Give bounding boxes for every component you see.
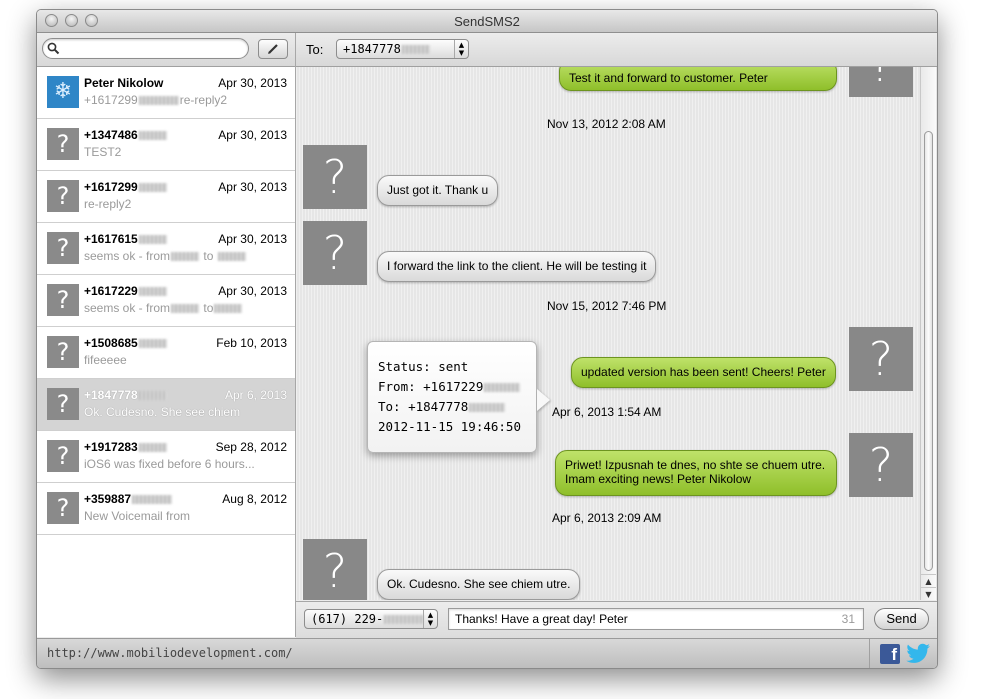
conversation-date: Apr 30, 2013 — [218, 128, 287, 142]
send-button[interactable]: Send — [874, 608, 929, 630]
scroll-thumb[interactable] — [924, 131, 933, 571]
popover-arrow — [537, 389, 550, 411]
contact-avatar: ? — [303, 221, 367, 285]
scroll-up-arrow-icon[interactable]: ▲ — [921, 574, 936, 588]
conversation-date: Apr 30, 2013 — [218, 180, 287, 194]
character-count: 31 — [841, 612, 855, 626]
updown-arrows-icon: ▲ ▼ — [423, 610, 437, 628]
recipient-select[interactable]: +1847778 ▲ ▼ — [336, 39, 469, 59]
sender-number-select[interactable]: (617) 229- ▲ ▼ — [304, 609, 438, 629]
unknown-contact-avatar: ? — [47, 128, 79, 160]
contact-name: +1917283 — [84, 440, 168, 454]
pencil-icon — [268, 44, 278, 54]
contact-name: +1617299 — [84, 180, 168, 194]
conversation-date: Apr 30, 2013 — [218, 76, 287, 90]
unknown-contact-avatar: ? — [47, 180, 79, 212]
popover-to: To: +1847778 — [378, 397, 536, 417]
message-timestamp: Apr 6, 2013 1:54 AM — [552, 405, 662, 419]
search-input[interactable] — [42, 38, 249, 59]
conversation-date: Sep 28, 2012 — [215, 440, 287, 454]
unknown-contact-avatar: ? — [47, 284, 79, 316]
outgoing-message: updated version has been sent! Cheers! P… — [571, 357, 836, 388]
contact-name: Peter Nikolow — [84, 76, 164, 90]
website-link[interactable]: http://www.mobiliodevelopment.com/ — [47, 646, 293, 660]
message-timestamp: Nov 13, 2012 2:08 AM — [547, 117, 666, 131]
conversation-date: Feb 10, 2013 — [216, 336, 287, 350]
popover-datetime: 2012-11-15 19:46:50 — [378, 419, 521, 434]
message-preview: seems ok - from to — [84, 249, 284, 263]
conversation-item[interactable]: ? +1508685 Feb 10, 2013 fifeeeee — [37, 327, 295, 379]
my-avatar: ? — [849, 433, 913, 497]
window-title: SendSMS2 — [454, 14, 520, 29]
contact-name: +1347486 — [84, 128, 168, 142]
divider — [869, 639, 870, 668]
conversation-item[interactable]: ? +1617229 Apr 30, 2013 seems ok - from … — [37, 275, 295, 327]
conversation-item[interactable]: ? +1347486 Apr 30, 2013 TEST2 — [37, 119, 295, 171]
message-thread[interactable]: Test it and forward to customer. Peter ?… — [296, 67, 937, 600]
unknown-contact-avatar: ? — [47, 492, 79, 524]
incoming-message: I forward the link to the client. He wil… — [377, 251, 657, 282]
conversation-item-selected[interactable]: ? +1847778 Apr 6, 2013 Ok. Cudesno. She … — [37, 379, 295, 431]
unknown-contact-avatar: ? — [47, 232, 79, 264]
message-info-popover: Status: sent From: +1617229 To: +1847778… — [367, 341, 537, 453]
twitter-icon[interactable] — [906, 642, 932, 664]
message-timestamp: Apr 6, 2013 2:09 AM — [552, 511, 662, 525]
my-avatar: ? — [849, 67, 913, 97]
title-bar: SendSMS2 — [37, 10, 937, 33]
conversation-date: Aug 8, 2012 — [222, 492, 287, 506]
unknown-contact-avatar: ? — [47, 440, 79, 472]
avatar-snowflake-icon: ❄ — [47, 76, 79, 108]
message-preview: fifeeeee — [84, 353, 127, 367]
contact-name: +1617615 — [84, 232, 168, 246]
thread-scrollbar[interactable]: ▲ ▼ — [920, 67, 936, 600]
contact-name: +359887 — [84, 492, 173, 506]
composer-bar: (617) 229- ▲ ▼ Thanks! Have a great day! … — [296, 601, 937, 638]
popover-from: From: +1617229 — [378, 377, 536, 397]
incoming-message: Ok. Cudesno. She see chiem utre. — [377, 569, 581, 600]
message-pane: To: +1847778 ▲ ▼ Test it and forward to c… — [296, 33, 937, 638]
unknown-contact-avatar: ? — [47, 336, 79, 368]
conversation-item[interactable]: ❄ Peter Nikolow Apr 30, 2013 +1617299 re-… — [37, 67, 295, 119]
message-preview: re-reply2 — [84, 197, 132, 211]
updown-arrows-icon: ▲ ▼ — [454, 40, 468, 58]
contact-name: +1617229 — [84, 284, 168, 298]
status-bar: http://www.mobiliodevelopment.com/ f — [37, 638, 937, 668]
to-label: To: — [306, 42, 324, 57]
search-bar — [37, 33, 295, 67]
conversation-item[interactable]: ? +1617299 Apr 30, 2013 re-reply2 — [37, 171, 295, 223]
contact-name: +1847778 — [84, 388, 168, 402]
conversation-date: Apr 6, 2013 — [224, 388, 287, 402]
outgoing-message: Priwet! Izpusnah te dnes, no shte se chu… — [555, 450, 837, 496]
message-preview: Ok. Cudesno. She see chiem — [84, 405, 241, 419]
conversation-item[interactable]: ? +1617615 Apr 30, 2013 seems ok - from … — [37, 223, 295, 275]
message-timestamp: Nov 15, 2012 7:46 PM — [547, 299, 667, 313]
conversation-item[interactable]: ? +1917283 Sep 28, 2012 iOS6 was fixed b… — [37, 431, 295, 483]
contact-avatar: ? — [303, 145, 367, 209]
message-input[interactable]: Thanks! Have a great day! Peter 31 — [448, 608, 864, 630]
recipient-bar: To: +1847778 ▲ ▼ — [296, 33, 937, 67]
conversation-list: ❄ Peter Nikolow Apr 30, 2013 +1617299 re-… — [37, 67, 295, 535]
contact-name: +1508685 — [84, 336, 168, 350]
scroll-down-arrow-icon[interactable]: ▼ — [921, 587, 936, 601]
message-preview: New Voicemail from — [84, 509, 191, 523]
incoming-message: Just got it. Thank u — [377, 175, 499, 206]
message-preview: iOS6 was fixed before 6 hours... — [84, 457, 255, 471]
contact-avatar: ? — [303, 539, 367, 600]
popover-status: Status: sent — [378, 359, 469, 374]
message-preview: seems ok - from to — [84, 301, 284, 315]
app-window: SendSMS2 ❄ Peter Nikolow Apr 30, 2013 +1… — [36, 9, 938, 669]
conversation-sidebar: ❄ Peter Nikolow Apr 30, 2013 +1617299 re-… — [37, 33, 296, 637]
conversation-date: Apr 30, 2013 — [218, 284, 287, 298]
unknown-contact-avatar: ? — [47, 388, 79, 420]
compose-button[interactable] — [258, 39, 288, 59]
conversation-item[interactable]: ? +359887 Aug 8, 2012 New Voicemail from — [37, 483, 295, 535]
my-avatar: ? — [849, 327, 913, 391]
message-preview: +1617299 re-reply2 — [84, 93, 228, 107]
outgoing-message: Test it and forward to customer. Peter — [559, 67, 837, 91]
facebook-icon[interactable]: f — [880, 644, 900, 664]
message-preview: TEST2 — [84, 145, 122, 159]
conversation-date: Apr 30, 2013 — [218, 232, 287, 246]
search-icon — [47, 42, 60, 55]
